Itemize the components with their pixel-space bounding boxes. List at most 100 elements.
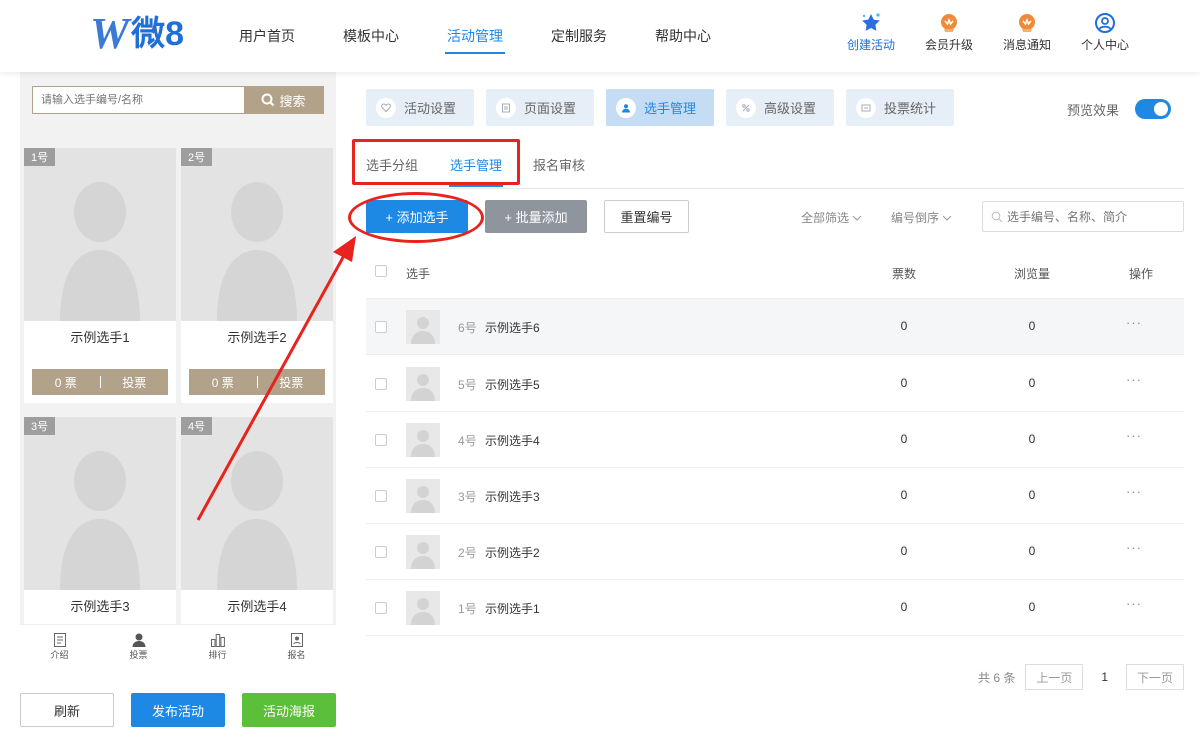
player-card[interactable]: 2号 示例选手2 0 票 投票 [181,148,333,403]
publish-activity-button[interactable]: 发布活动 [131,693,225,727]
player-number: 4号 [458,434,477,448]
vip-upgrade-button[interactable]: 会员升级 [910,10,988,53]
more-actions-icon[interactable]: ··· [1126,315,1142,330]
refresh-button[interactable]: 刷新 [20,693,114,727]
select-all-checkbox[interactable] [375,265,387,277]
nav-item-home[interactable]: 用户首页 [215,0,319,72]
player-number: 5号 [458,378,477,392]
player-name: 示例选手1 [70,330,130,345]
table-row[interactable]: 5号 示例选手5 0 0 ··· [366,356,1184,412]
step-player-management[interactable]: 选手管理 [606,89,714,126]
vote-bar[interactable]: 0 票 投票 [32,369,168,395]
vote-button[interactable]: 投票 [101,374,169,391]
player-name: 示例选手3 [70,599,130,614]
row-checkbox[interactable] [375,320,387,333]
more-actions-icon[interactable]: ··· [1126,428,1142,443]
avatar-placeholder-icon [217,451,297,590]
player-card[interactable]: 4号 示例选手4 [181,417,333,624]
avatar [406,367,440,401]
view-count: 0 [1028,544,1036,558]
filter-label: 全部筛选 [801,211,850,225]
document-icon [53,633,66,647]
player-card[interactable]: 1号 示例选手1 0 票 投票 [24,148,176,403]
step-vote-stats[interactable]: 投票统计 [846,89,954,126]
bottom-actions: 刷新 发布活动 活动海报 [20,693,336,727]
prev-page-button[interactable]: 上一页 [1025,664,1084,690]
table-row[interactable]: 4号 示例选手4 0 0 ··· [366,412,1184,468]
bell-badge-icon [1014,10,1040,36]
tabbar-label: 投票 [129,650,148,660]
view-count: 0 [1028,319,1036,333]
vote-button[interactable]: 投票 [258,374,326,391]
more-actions-icon[interactable]: ··· [1126,540,1142,555]
nav-item-activity[interactable]: 活动管理 [423,0,527,72]
table-row[interactable]: 6号 示例选手6 0 0 ··· [366,299,1184,355]
search-icon [261,93,275,107]
table-row[interactable]: 2号 示例选手2 0 0 ··· [366,524,1184,580]
next-page-button[interactable]: 下一页 [1126,664,1185,690]
step-advanced-settings[interactable]: 高级设置 [726,89,834,126]
tabbar-item-intro[interactable]: 介绍 [20,625,99,668]
profile-button[interactable]: 个人中心 [1066,10,1144,53]
nav-item-custom[interactable]: 定制服务 [527,0,631,72]
notifications-button[interactable]: 消息通知 [988,10,1066,53]
column-views: 浏览量 [1013,267,1050,281]
player-card[interactable]: 3号 示例选手3 [24,417,176,624]
row-checkbox[interactable] [375,601,387,614]
tabbar-item-signup[interactable]: 报名 [257,625,336,668]
reset-numbers-button[interactable]: 重置编号 [604,200,689,233]
table-row[interactable]: 1号 示例选手1 0 0 ··· [366,580,1184,636]
column-actions: 操作 [1128,267,1153,281]
player-number-badge: 3号 [24,417,56,435]
search-icon [991,211,1003,222]
avatar [406,591,440,625]
nav-item-templates[interactable]: 模板中心 [319,0,423,72]
preview-search-bar: 搜索 [32,86,324,114]
main-nav: 用户首页 模板中心 活动管理 定制服务 帮助中心 [215,0,735,72]
step-label: 选手管理 [644,101,697,116]
player-search-input[interactable] [1007,209,1177,224]
mobile-preview: 搜索 1号 示例选手1 0 票 投票 2号 示例选手2 0 票 [20,72,336,627]
row-checkbox[interactable] [375,545,387,558]
step-page-settings[interactable]: 页面设置 [486,89,594,126]
preview-effect-control: 预览效果 [1067,99,1172,119]
batch-add-button[interactable]: + 批量添加 [485,200,587,233]
vote-bar[interactable]: 0 票 投票 [189,369,325,395]
step-activity-settings[interactable]: 活动设置 [366,89,474,126]
player-name: 示例选手3 [485,490,540,504]
tabbar-item-vote[interactable]: 投票 [99,625,178,668]
percent-icon [736,97,756,118]
pagination: 共 6 条 上一页 1 下一页 [978,664,1185,690]
more-actions-icon[interactable]: ··· [1126,596,1142,611]
star-icon [858,10,884,36]
vote-count: 0 [900,376,908,390]
tab-signup-review[interactable]: 报名审核 [533,155,585,174]
tabbar-item-rank[interactable]: 排行 [178,625,257,668]
row-checkbox[interactable] [375,489,387,502]
sort-dropdown[interactable]: 编号倒序 [891,209,952,226]
nav-item-help[interactable]: 帮助中心 [631,0,735,72]
preview-effect-toggle[interactable] [1135,99,1172,119]
logo-text: 微8 [131,15,185,53]
step-label: 活动设置 [404,101,457,116]
player-number-badge: 4号 [181,417,213,435]
tabbar-label: 介绍 [50,650,69,660]
player-name: 示例选手2 [227,330,287,345]
table-row[interactable]: 3号 示例选手3 0 0 ··· [366,468,1184,524]
preview-search-button[interactable]: 搜索 [244,87,323,113]
preview-search-input[interactable] [33,87,244,113]
row-checkbox[interactable] [375,377,387,390]
brand-logo[interactable]: W 微8 [90,12,184,56]
logo-letter: W [90,9,129,58]
row-checkbox[interactable] [375,433,387,446]
current-page[interactable]: 1 [1101,670,1108,684]
activity-poster-button[interactable]: 活动海报 [242,693,336,727]
page-icon [496,97,516,118]
more-actions-icon[interactable]: ··· [1126,484,1142,499]
create-activity-button[interactable]: 创建活动 [832,10,910,53]
user-circle-icon [1092,10,1118,36]
player-number: 3号 [458,490,477,504]
more-actions-icon[interactable]: ··· [1126,372,1142,387]
filter-dropdown[interactable]: 全部筛选 [801,209,862,226]
chevron-down-icon [853,215,862,221]
